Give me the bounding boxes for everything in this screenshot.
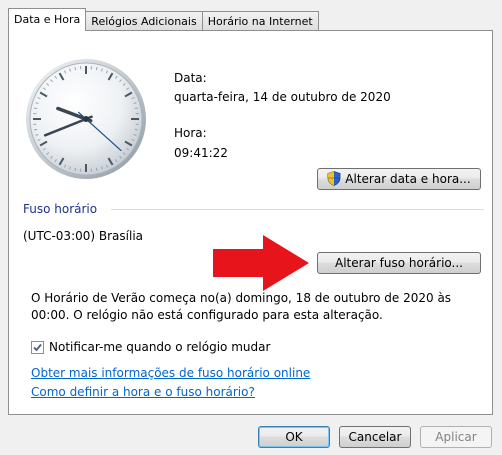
uac-shield-icon (327, 171, 341, 186)
clock-minute-tick (134, 128, 138, 131)
date-label: Data: (174, 71, 207, 85)
dst-notice: O Horário de Verão começa no(a) domingo,… (31, 291, 452, 322)
date-value: quarta-feira, 14 de outubro de 2020 (174, 90, 391, 104)
tab-data-e-hora[interactable]: Data e Hora (8, 8, 87, 31)
tab-panel: Data: quarta-feira, 14 de outubro de 202… (8, 30, 493, 415)
clock-minute-tick (74, 67, 77, 71)
tab-relogios-adicionais[interactable]: Relógios Adicionais (85, 11, 203, 31)
timezone-group-divider (111, 209, 484, 210)
ok-button[interactable]: OK (258, 426, 330, 448)
clock-minute-tick (34, 107, 38, 110)
analog-clock (26, 59, 146, 179)
notify-checkbox[interactable] (31, 341, 44, 354)
clock-minute-tick (134, 107, 138, 110)
tab-strip: Data e Hora Relógios Adicionais Horário … (8, 8, 319, 31)
cancel-button[interactable]: Cancelar (339, 426, 411, 448)
how-to-set-time-link[interactable]: Como definir a hora e o fuso horário? (31, 385, 255, 399)
notify-checkbox-label[interactable]: Notificar-me quando o relógio mudar (49, 340, 270, 354)
apply-button[interactable]: Aplicar (420, 426, 492, 448)
checkmark-icon (33, 343, 42, 352)
clock-minute-tick (74, 167, 77, 171)
change-timezone-button[interactable]: Alterar fuso horário... (317, 252, 481, 274)
tab-horario-internet[interactable]: Horário na Internet (201, 11, 319, 31)
date-time-dialog: Data e Hora Relógios Adicionais Horário … (0, 0, 502, 455)
clock-minute-tick (95, 67, 98, 71)
change-date-time-button[interactable]: Alterar data e hora... (317, 168, 481, 190)
more-timezone-info-link[interactable]: Obter mais informações de fuso horário o… (31, 366, 310, 380)
red-arrow-icon (213, 235, 309, 291)
timezone-group-label: Fuso horário (23, 202, 98, 216)
time-label: Hora: (174, 126, 207, 140)
clock-minute-tick (34, 128, 38, 131)
clock-center-pin (83, 116, 89, 122)
time-value: 09:41:22 (174, 146, 228, 160)
current-timezone: (UTC-03:00) Brasília (23, 229, 144, 243)
clock-minute-tick (95, 167, 98, 171)
change-date-time-label: Alterar data e hora... (345, 172, 471, 186)
